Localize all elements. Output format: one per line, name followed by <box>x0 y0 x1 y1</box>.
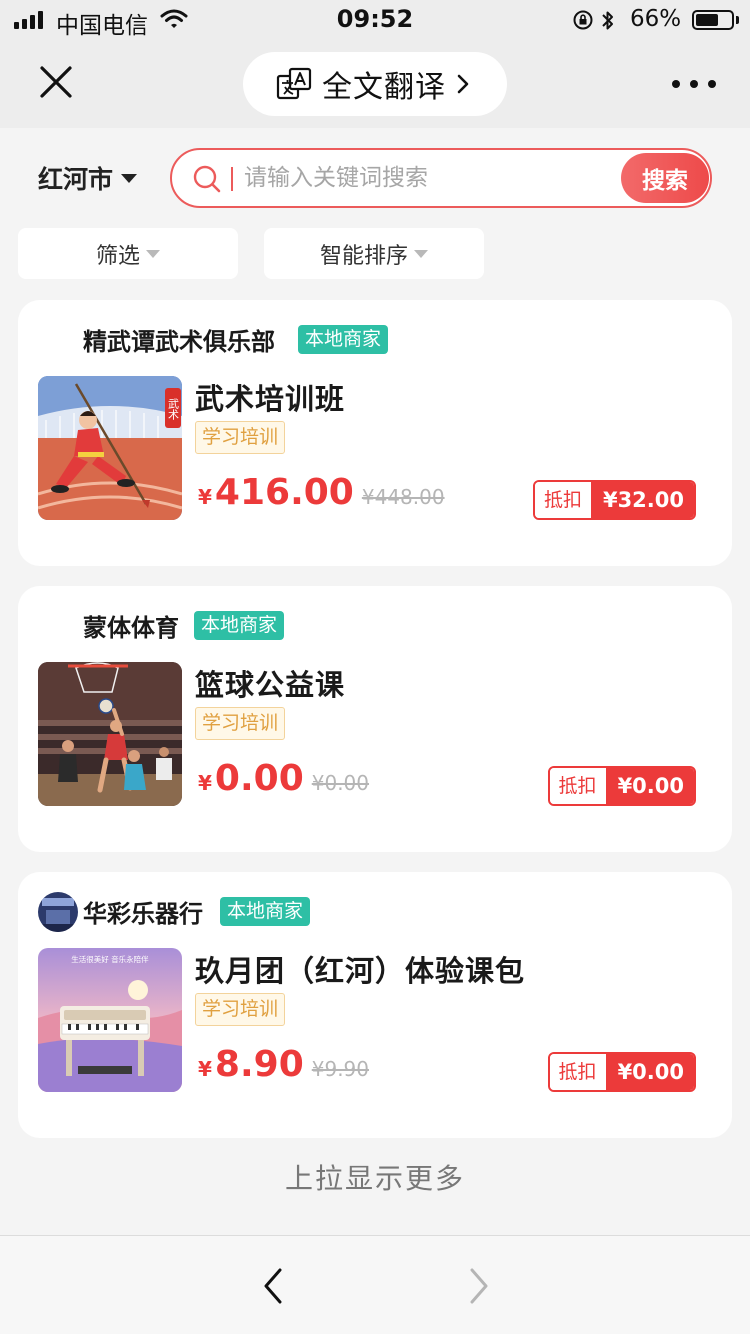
merchant-name: 华彩乐器行 <box>83 900 203 928</box>
more-icon[interactable] <box>672 74 716 94</box>
product-title: 武术培训班 <box>195 382 346 416</box>
price-currency: ¥ <box>198 1057 212 1081</box>
product-image: 生活很美好 音乐永陪伴 <box>38 948 182 1092</box>
price-row: ¥ 0.00 ¥0.00 <box>198 758 369 808</box>
sort-label: 智能排序 <box>319 243 408 269</box>
sort-button[interactable]: 智能排序 <box>264 228 484 279</box>
caret-down-icon <box>414 249 428 258</box>
search-box: 搜索 <box>170 148 712 208</box>
translate-button[interactable]: 全文翻译 <box>243 52 507 116</box>
merchant-name: 蒙体体育 <box>83 614 179 642</box>
price-value: 8.90 <box>214 1044 304 1085</box>
deduct-tag[interactable]: 抵扣 ¥32.00 <box>532 480 696 520</box>
rotation-lock-icon <box>573 10 593 30</box>
caret-down-icon <box>121 173 138 183</box>
caret-down-icon <box>146 249 160 258</box>
local-merchant-badge: 本地商家 <box>194 611 285 640</box>
product-card[interactable]: 华彩乐器行 本地商家 生活很美好 音乐永陪伴 玖月团（红河）体验课包 学习培训 … <box>18 872 732 1138</box>
battery-icon <box>692 10 734 30</box>
translate-icon <box>276 67 312 100</box>
text-cursor <box>231 167 233 191</box>
deduct-label: 抵扣 <box>549 768 606 804</box>
thumb-sign-text: 武术 <box>167 398 180 421</box>
product-card[interactable]: 蒙体体育 本地商家 篮球公益课 学习培训 ¥ 0.00 ¥0.00 抵扣 ¥0.… <box>18 586 732 852</box>
category-tag: 学习培训 <box>195 421 286 454</box>
forward-arrow-icon[interactable] <box>460 1266 494 1306</box>
deduct-amount: ¥0.00 <box>605 1054 694 1090</box>
price-currency: ¥ <box>198 771 212 795</box>
filter-button[interactable]: 筛选 <box>18 228 238 279</box>
local-merchant-badge: 本地商家 <box>220 897 311 926</box>
price-currency: ¥ <box>198 485 212 509</box>
status-bar: 中国电信 09:52 66% <box>0 0 750 40</box>
bottom-toolbar <box>0 1235 750 1334</box>
price-value: 0.00 <box>214 758 304 799</box>
deduct-tag[interactable]: 抵扣 ¥0.00 <box>547 766 696 806</box>
product-title: 篮球公益课 <box>195 668 346 702</box>
product-card[interactable]: 精武谭武术俱乐部 本地商家 武术 武术培训班 学习培训 ¥ 416.00 ¥44… <box>18 300 732 566</box>
search-icon <box>193 165 221 193</box>
thumb-caption-text: 生活很美好 音乐永陪伴 <box>71 954 149 964</box>
search-button[interactable]: 搜索 <box>621 153 709 203</box>
deduct-amount: ¥32.00 <box>590 482 694 518</box>
local-merchant-badge: 本地商家 <box>298 325 389 354</box>
product-image: 武术 <box>38 376 182 520</box>
price-row: ¥ 8.90 ¥9.90 <box>198 1044 369 1094</box>
search-input[interactable] <box>244 158 614 198</box>
merchant-avatar <box>38 892 78 932</box>
chevron-right-icon <box>457 74 469 94</box>
category-tag: 学习培训 <box>195 707 286 740</box>
original-price: ¥9.90 <box>311 1057 370 1081</box>
translate-label: 全文翻译 <box>322 70 446 105</box>
back-arrow-icon[interactable] <box>258 1266 292 1306</box>
original-price: ¥0.00 <box>311 771 370 795</box>
deduct-amount: ¥0.00 <box>605 768 694 804</box>
original-price: ¥448.00 <box>361 485 445 509</box>
deduct-label: 抵扣 <box>549 1054 606 1090</box>
battery-percent: 66% <box>630 6 682 32</box>
nav-bar: 全文翻译 <box>0 40 750 128</box>
city-label: 红河市 <box>38 165 114 194</box>
filter-label: 筛选 <box>95 243 140 269</box>
close-icon[interactable] <box>36 62 76 102</box>
product-image <box>38 662 182 806</box>
price-row: ¥ 416.00 ¥448.00 <box>198 472 445 522</box>
category-tag: 学习培训 <box>195 993 286 1026</box>
merchant-name: 精武谭武术俱乐部 <box>83 328 275 356</box>
deduct-tag[interactable]: 抵扣 ¥0.00 <box>547 1052 696 1092</box>
deduct-label: 抵扣 <box>534 482 591 518</box>
battery-level <box>696 14 718 26</box>
price-value: 416.00 <box>214 472 354 513</box>
load-more-hint: 上拉显示更多 <box>284 1162 465 1195</box>
product-title: 玖月团（红河）体验课包 <box>195 954 526 988</box>
battery-tip <box>736 16 739 24</box>
city-selector[interactable]: 红河市 <box>38 160 138 196</box>
bluetooth-icon <box>602 11 613 30</box>
